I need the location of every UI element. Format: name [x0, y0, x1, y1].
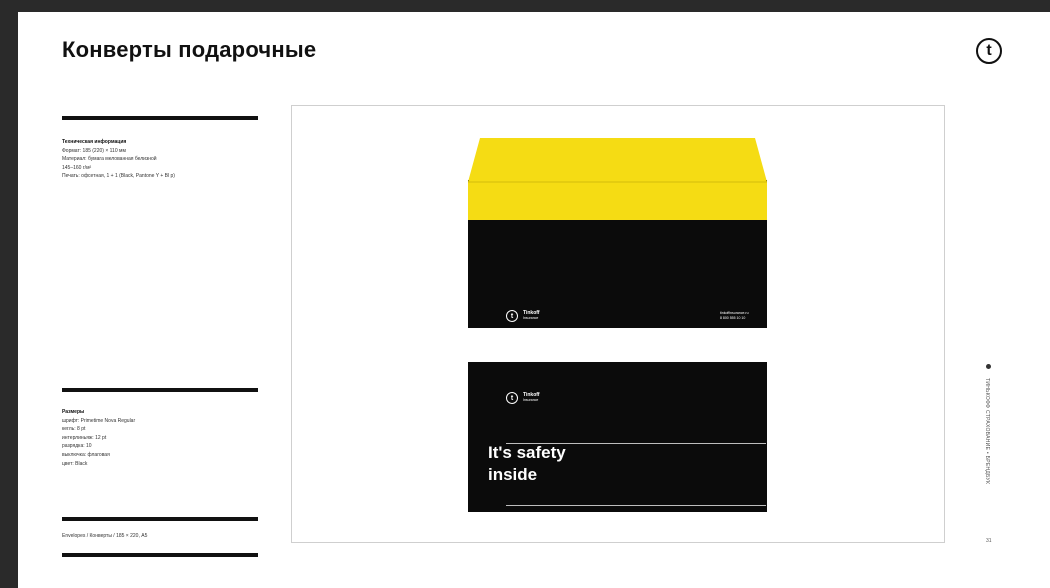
technical-info-line: 145–160 г/м² [62, 164, 92, 171]
envelope-slogan: It's safety inside [488, 442, 566, 486]
section-divider [62, 517, 258, 521]
typography-heading: Размеры [62, 409, 85, 415]
slogan-line: It's safety [488, 443, 566, 462]
technical-info-line: Материал: бумага мелованная белизной [62, 156, 157, 163]
page-number: 31 [986, 538, 992, 544]
section-divider [62, 388, 258, 392]
envelope-front [468, 362, 767, 512]
technical-info-heading: Техническая информация [62, 139, 127, 145]
brand-sub: Insurance [523, 398, 539, 402]
section-divider [62, 116, 258, 120]
brand-logo-icon: t [976, 38, 1002, 64]
contact-line: 8 800 555 10 10 [720, 316, 746, 320]
typography-line: кегль: 8 pt [62, 426, 86, 433]
envelope-front-logo: t Tinkoff Insurance [506, 392, 540, 404]
footer-note: Envelopes / Конверты / 185 × 220, A5 [62, 533, 148, 539]
sidebar-vertical-caption: ТИНЬКОФФ СТРАХОВАНИЕ • БРЕНДБУК [984, 378, 990, 485]
typography-line: цвет: Black [62, 460, 88, 467]
typography-line: разрядка: 10 [62, 443, 92, 450]
envelope-back-logo: t Tinkoff Insurance [506, 310, 540, 322]
tinkoff-logo-icon: t [506, 310, 518, 322]
envelope-divider [506, 505, 766, 506]
typography-line: интерлиньяж: 12 pt [62, 434, 107, 441]
tinkoff-logo-icon: t [506, 392, 518, 404]
technical-info-line: Печать: офсетная, 1 + 1 (Black, Pantone … [62, 173, 175, 180]
envelope-contacts: tinkoffinsurance.ru 8 800 555 10 10 [720, 311, 749, 321]
page-title: Конверты подарочные [62, 37, 317, 62]
typography-line: шрифт: Primetime Nova Regular [62, 417, 136, 424]
slogan-line: inside [488, 465, 538, 484]
typography-line: выключка: флаговая [62, 451, 110, 458]
section-divider [62, 553, 258, 557]
brand-sub: Insurance [523, 316, 539, 320]
sidebar-marker-icon [986, 364, 991, 369]
technical-info-line: Формат: 185 (220) × 110 мм [62, 147, 126, 154]
typography-block: Размеры шрифт: Primetime Nova Regular ке… [62, 408, 262, 468]
envelope-flap [468, 138, 767, 220]
technical-info-block: Техническая информация Формат: 185 (220)… [62, 138, 262, 181]
